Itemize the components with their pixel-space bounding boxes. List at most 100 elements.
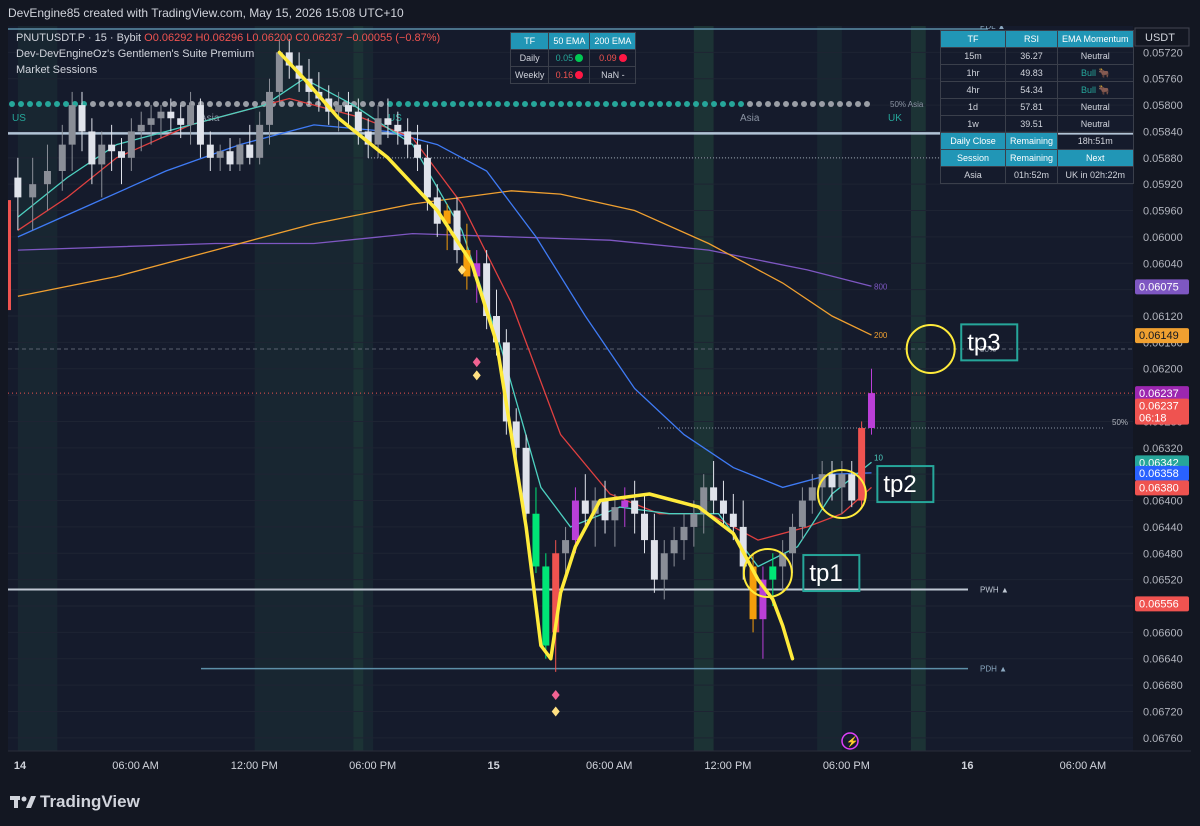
price-tag-label: 0.06075 — [1139, 281, 1179, 293]
rsi-value: 57.81 — [1004, 98, 1059, 116]
session-dot — [828, 101, 834, 107]
candle-body — [660, 553, 668, 580]
chart-area[interactable]: PDL ▲ PWH ▲ PDH ▲ 50% 50% 50% Asia US Asia US Asi… — [8, 26, 1191, 780]
candle-body — [266, 91, 274, 125]
session-dot — [666, 101, 672, 107]
session-next: UK in 02h:22m — [1057, 166, 1134, 184]
time-tick-label: 15 — [488, 760, 500, 772]
price-tick-label: 0.06320 — [1143, 443, 1183, 455]
candle-body — [117, 151, 125, 158]
rsi-tf: 15m — [940, 47, 1006, 65]
price-tag-label: 0.06358 — [1139, 468, 1179, 480]
rsi-table-header: EMA Momentum — [1057, 30, 1134, 48]
session-dot — [378, 101, 384, 107]
session-dot — [225, 101, 231, 107]
price-tick-label: 0.06720 — [1143, 706, 1183, 718]
candle-body — [206, 144, 214, 158]
price-tag-label: 0.06556 — [1139, 598, 1179, 610]
session-dot — [9, 101, 15, 107]
price-tick-label: 0.06200 — [1143, 364, 1183, 376]
session-dot — [729, 101, 735, 107]
session-dot — [243, 101, 249, 107]
price-tick-label: 0.06400 — [1143, 496, 1183, 508]
session-dot — [477, 101, 483, 107]
attribution-bar: DevEngine85 created with TradingView.com… — [0, 0, 1200, 26]
candle-body — [157, 111, 165, 119]
session-name: Asia — [940, 166, 1006, 184]
ema200-value: 0.09 — [589, 49, 637, 67]
candle-body — [562, 540, 570, 554]
candle-body — [680, 526, 688, 541]
session-dot — [693, 101, 699, 107]
session-label: Asia — [740, 113, 760, 124]
price-tick-label: 0.05840 — [1143, 126, 1183, 138]
tp1-label: tp1 — [809, 560, 842, 587]
session-dot — [216, 101, 222, 107]
candle-body — [611, 507, 619, 521]
candle-body — [414, 144, 422, 158]
candle-body — [335, 105, 343, 112]
fib50-label: 50% — [1112, 418, 1128, 427]
ema800-label: 800 — [874, 282, 888, 291]
session-dot — [495, 101, 501, 107]
session-label: US — [12, 113, 26, 124]
session-dot — [63, 101, 69, 107]
price-tag-label: 0.06237 — [1139, 401, 1179, 413]
candle-body — [808, 487, 816, 501]
session-dot — [855, 101, 861, 107]
candle-body — [542, 566, 550, 646]
session-dot — [792, 101, 798, 107]
tradingview-logo[interactable]: TradingView — [10, 792, 140, 812]
session-dot — [684, 101, 690, 107]
session-dot — [837, 101, 843, 107]
indicator-1-label[interactable]: Dev-DevEngineOz's Gentlemen's Suite Prem… — [16, 46, 440, 62]
session-label: UK — [888, 113, 902, 124]
session-dot — [846, 101, 852, 107]
rsi-momentum: Neutral — [1057, 47, 1134, 65]
ema50-value: 0.16 — [548, 66, 591, 84]
session-dot — [558, 101, 564, 107]
candle-body — [58, 144, 66, 171]
candle-body — [177, 118, 185, 125]
chart-legend: PNUTUSDT.P · 15 · Bybit O0.06292 H0.0629… — [16, 30, 440, 78]
session-dot — [99, 101, 105, 107]
candle-body — [532, 513, 540, 567]
session-dot — [810, 101, 816, 107]
session-dot — [711, 101, 717, 107]
time-tick-label: 12:00 PM — [704, 760, 751, 772]
rsi-value: 39.51 — [1004, 115, 1059, 133]
candle-body — [404, 131, 412, 145]
price-tick-label: 0.06440 — [1143, 522, 1183, 534]
candle-body — [354, 111, 362, 132]
session-dot — [567, 101, 573, 107]
candle-body — [621, 500, 629, 508]
rsi-momentum: Neutral — [1057, 115, 1134, 133]
tp3-label: tp3 — [967, 329, 1000, 356]
red-dot-icon — [575, 71, 584, 79]
rsi-tf: 1hr — [940, 64, 1006, 82]
attribution-text: DevEngine85 created with TradingView.com… — [8, 6, 404, 20]
indicator-2-label[interactable]: Market Sessions — [16, 62, 440, 78]
time-tick-label: 06:00 AM — [112, 760, 158, 772]
session-dot — [801, 101, 807, 107]
candle-body — [236, 144, 244, 165]
candle-body — [246, 144, 254, 158]
session-dot — [423, 101, 429, 107]
session-dot — [738, 101, 744, 107]
tradingview-logo-text: TradingView — [40, 792, 140, 811]
session-band — [693, 26, 714, 751]
symbol-label[interactable]: PNUTUSDT.P · 15 · Bybit — [16, 32, 141, 44]
pwh-label: PWH ▲ — [980, 586, 1009, 595]
candle-body — [828, 474, 836, 488]
price-tick-label: 0.05960 — [1143, 206, 1183, 218]
session-dot — [27, 101, 33, 107]
candle-body — [641, 513, 649, 541]
session-dot — [486, 101, 492, 107]
session-band — [17, 26, 58, 751]
price-tick-label: 0.06600 — [1143, 627, 1183, 639]
session-dot — [540, 101, 546, 107]
candle-body — [394, 124, 402, 132]
candle-body — [601, 500, 609, 521]
price-tick-label: 0.06760 — [1143, 733, 1183, 745]
rsi-table: TF RSI EMA Momentum 15m 36.27 Neutral 1hr 4… — [940, 30, 1134, 184]
